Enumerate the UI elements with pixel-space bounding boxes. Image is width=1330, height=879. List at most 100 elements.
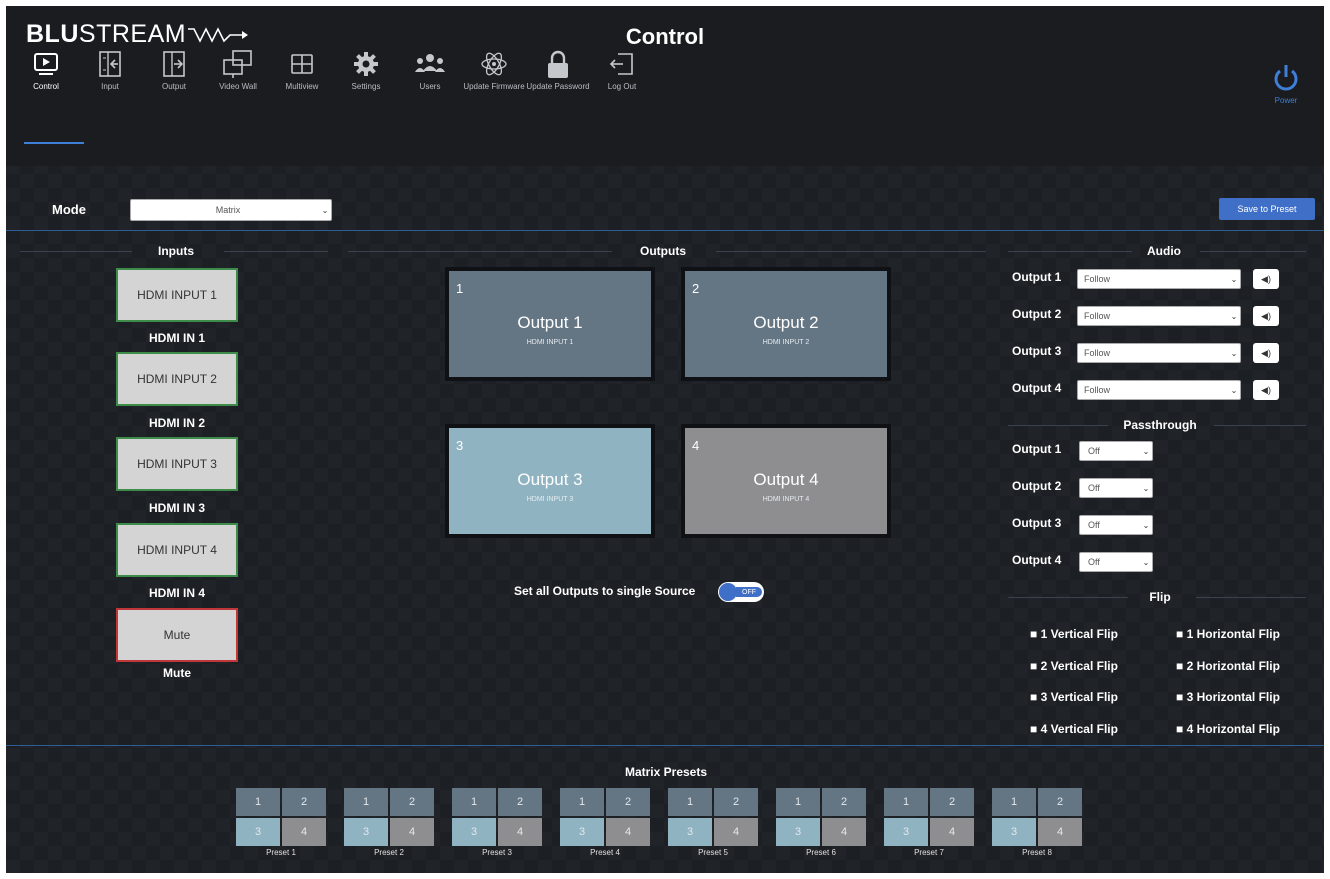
horizontal-flip-1[interactable]: ■ 1 Horizontal Flip xyxy=(1176,627,1280,641)
audio-output-4-select[interactable]: Follow ⌄ xyxy=(1077,380,1241,400)
vertical-flip-3[interactable]: ■ 3 Vertical Flip xyxy=(1030,690,1118,704)
input-button-4[interactable]: HDMI INPUT 4 xyxy=(116,523,238,577)
audio-output-3-speaker-button[interactable]: ◀) xyxy=(1253,343,1279,363)
horizontal-flip-2[interactable]: ■ 2 Horizontal Flip xyxy=(1176,659,1280,673)
mute-name: Mute xyxy=(163,666,191,680)
outputs-heading: Outputs xyxy=(640,244,686,258)
preset-1[interactable]: 1234 Preset 1 xyxy=(236,788,326,857)
chevron-down-icon: ⌄ xyxy=(321,205,329,215)
preset-5[interactable]: 1234 Preset 5 xyxy=(668,788,758,857)
audio-output-2-speaker-button[interactable]: ◀) xyxy=(1253,306,1279,326)
chevron-down-icon: ⌄ xyxy=(1230,311,1238,321)
chevron-down-icon: ⌄ xyxy=(1230,385,1238,395)
passthrough-output-1-select[interactable]: Off ⌄ xyxy=(1079,441,1153,461)
divider xyxy=(6,230,1324,231)
input-icon xyxy=(78,48,142,80)
output-tile-4[interactable]: 4 Output 4 HDMI INPUT 4 xyxy=(681,424,891,538)
input-name-1: HDMI IN 1 xyxy=(148,331,205,345)
preset-2[interactable]: 1234 Preset 2 xyxy=(344,788,434,857)
chevron-down-icon: ⌄ xyxy=(1230,274,1238,284)
audio-output-1-label: Output 1 xyxy=(1012,270,1062,284)
chevron-down-icon: ⌄ xyxy=(1142,520,1150,530)
preset-6[interactable]: 1234 Preset 6 xyxy=(776,788,866,857)
input-button-3[interactable]: HDMI INPUT 3 xyxy=(116,437,238,491)
mute-button[interactable]: Mute xyxy=(116,608,238,662)
nav-users[interactable]: Users xyxy=(398,48,462,92)
nav-output[interactable]: Output xyxy=(142,48,206,92)
passthrough-output-3-label: Output 3 xyxy=(1012,516,1062,530)
chevron-down-icon: ⌄ xyxy=(1230,348,1238,358)
horizontal-flip-4[interactable]: ■ 4 Horizontal Flip xyxy=(1176,722,1280,736)
preset-7[interactable]: 1234 Preset 7 xyxy=(884,788,974,857)
chevron-down-icon: ⌄ xyxy=(1142,483,1150,493)
input-button-2[interactable]: HDMI INPUT 2 xyxy=(116,352,238,406)
passthrough-output-3-select[interactable]: Off ⌄ xyxy=(1079,515,1153,535)
preset-4[interactable]: 1234 Preset 4 xyxy=(560,788,650,857)
audio-output-1-speaker-button[interactable]: ◀) xyxy=(1253,269,1279,289)
passthrough-output-4-label: Output 4 xyxy=(1012,553,1062,567)
passthrough-heading: Passthrough xyxy=(1123,418,1197,432)
display-icon xyxy=(14,48,78,80)
output-tile-1[interactable]: 1 Output 1 HDMI INPUT 1 xyxy=(445,267,655,381)
nav-update-password[interactable]: Update Password xyxy=(526,48,590,92)
preset-3[interactable]: 1234 Preset 3 xyxy=(452,788,542,857)
lock-icon xyxy=(526,48,590,80)
preset-8[interactable]: 1234 Preset 8 xyxy=(992,788,1082,857)
matrix-presets-heading: Matrix Presets xyxy=(624,765,708,779)
speaker-icon: ◀) xyxy=(1261,347,1271,358)
toggle-knob xyxy=(719,583,737,601)
save-to-preset-button[interactable]: Save to Preset xyxy=(1219,198,1315,220)
page-title: Control xyxy=(625,24,705,49)
audio-output-3-label: Output 3 xyxy=(1012,344,1062,358)
nav-input[interactable]: Input xyxy=(78,48,142,92)
horizontal-flip-3[interactable]: ■ 3 Horizontal Flip xyxy=(1176,690,1280,704)
passthrough-output-2-select[interactable]: Off ⌄ xyxy=(1079,478,1153,498)
nav-control[interactable]: Control xyxy=(14,48,78,92)
power-icon xyxy=(1256,62,1316,96)
audio-output-2-label: Output 2 xyxy=(1012,307,1062,321)
power-button[interactable]: Power xyxy=(1256,62,1316,105)
audio-output-4-label: Output 4 xyxy=(1012,381,1062,395)
vertical-flip-4[interactable]: ■ 4 Vertical Flip xyxy=(1030,722,1118,736)
atom-icon xyxy=(462,48,526,80)
input-button-1[interactable]: HDMI INPUT 1 xyxy=(116,268,238,322)
chevron-down-icon: ⌄ xyxy=(1142,446,1150,456)
passthrough-output-1-label: Output 1 xyxy=(1012,442,1062,456)
passthrough-output-2-label: Output 2 xyxy=(1012,479,1062,493)
vertical-flip-1[interactable]: ■ 1 Vertical Flip xyxy=(1030,627,1118,641)
input-name-3: HDMI IN 3 xyxy=(148,501,205,515)
divider xyxy=(6,745,1324,746)
audio-output-3-select[interactable]: Follow ⌄ xyxy=(1077,343,1241,363)
single-source-label: Set all Outputs to single Source xyxy=(514,584,696,598)
chevron-down-icon: ⌄ xyxy=(1142,557,1150,567)
inputs-heading: Inputs xyxy=(158,244,194,258)
app-window: BLUSTREAM Control Control Input Output xyxy=(6,6,1324,873)
input-name-4: HDMI IN 4 xyxy=(148,586,205,600)
speaker-icon: ◀) xyxy=(1261,310,1271,321)
single-source-toggle[interactable]: OFF xyxy=(718,582,764,602)
mode-label: Mode xyxy=(52,202,86,217)
nav-multiview[interactable]: Multiview xyxy=(270,48,334,92)
speaker-icon: ◀) xyxy=(1261,384,1271,395)
audio-output-4-speaker-button[interactable]: ◀) xyxy=(1253,380,1279,400)
vertical-flip-2[interactable]: ■ 2 Vertical Flip xyxy=(1030,659,1118,673)
output-icon xyxy=(142,48,206,80)
output-tile-3[interactable]: 3 Output 3 HDMI INPUT 3 xyxy=(445,424,655,538)
nav-settings[interactable]: Settings xyxy=(334,48,398,92)
audio-output-1-select[interactable]: Follow ⌄ xyxy=(1077,269,1241,289)
audio-heading: Audio xyxy=(1147,244,1181,258)
users-icon xyxy=(398,48,462,80)
mode-select[interactable]: Matrix ⌄ xyxy=(130,199,332,221)
audio-output-2-select[interactable]: Follow ⌄ xyxy=(1077,306,1241,326)
passthrough-output-4-select[interactable]: Off ⌄ xyxy=(1079,552,1153,572)
active-tab-indicator xyxy=(24,142,84,144)
gear-icon xyxy=(334,48,398,80)
nav-video-wall[interactable]: Video Wall xyxy=(206,48,270,92)
video-wall-icon xyxy=(206,48,270,80)
logout-icon xyxy=(590,48,654,80)
nav-log-out[interactable]: Log Out xyxy=(590,48,654,92)
output-tile-2[interactable]: 2 Output 2 HDMI INPUT 2 xyxy=(681,267,891,381)
nav-update-firmware[interactable]: Update Firmware xyxy=(462,48,526,92)
flip-heading: Flip xyxy=(1149,590,1171,604)
input-name-2: HDMI IN 2 xyxy=(148,416,205,430)
